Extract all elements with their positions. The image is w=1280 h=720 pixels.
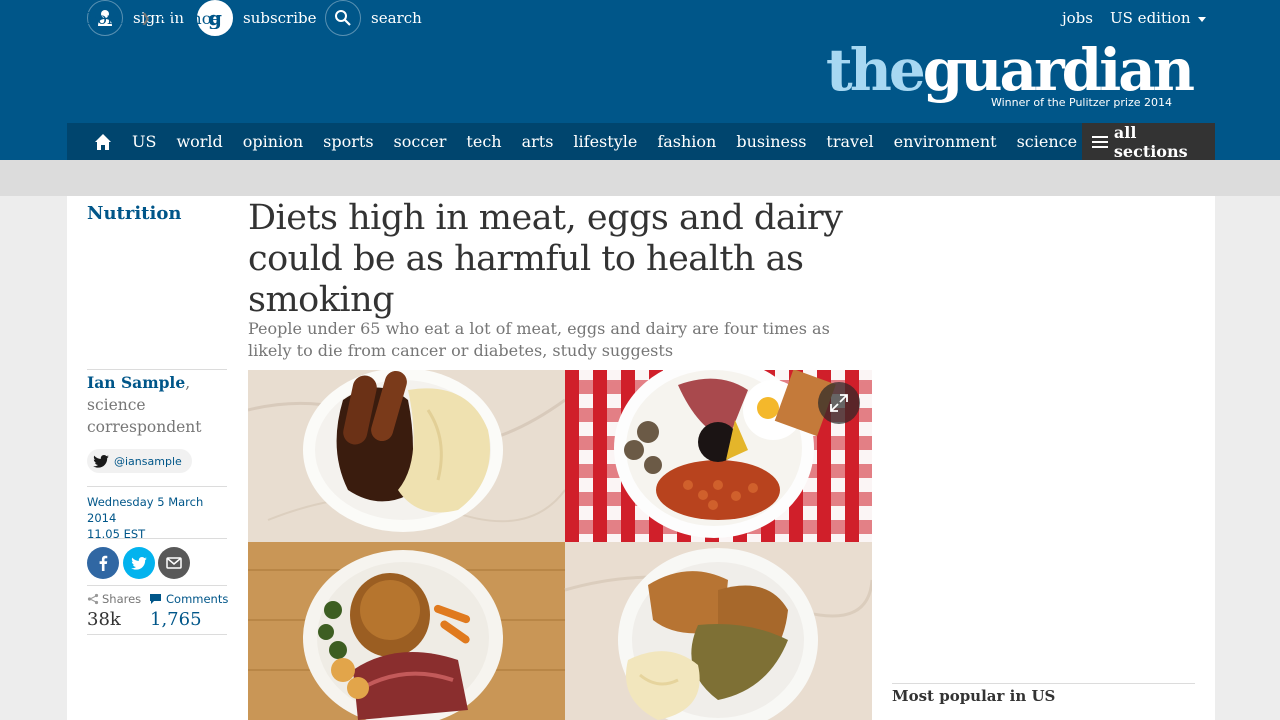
nav-item-us[interactable]: US bbox=[132, 132, 156, 151]
breadcrumb-home[interactable]: home bbox=[87, 9, 132, 28]
breadcrumb-science[interactable]: science bbox=[160, 9, 221, 28]
logo-guardian: guardian bbox=[922, 36, 1195, 104]
email-share-button[interactable] bbox=[158, 547, 190, 579]
edition-label: US edition bbox=[1110, 9, 1191, 27]
nav-item-environment[interactable]: environment bbox=[894, 132, 997, 151]
main-nav: US world opinion sports soccer tech arts… bbox=[67, 122, 1215, 161]
shares-count: 38k bbox=[87, 609, 121, 630]
nav-item-travel[interactable]: travel bbox=[826, 132, 873, 151]
article-main-image[interactable] bbox=[248, 370, 872, 720]
shares-label-text: Shares bbox=[102, 592, 142, 606]
search-icon bbox=[325, 0, 361, 36]
share-icon bbox=[87, 593, 99, 605]
most-popular-heading: Most popular in US bbox=[892, 687, 1056, 705]
shares-label: Shares bbox=[87, 592, 141, 606]
date-text: Wednesday 5 March 2014 bbox=[87, 495, 204, 525]
comments-label-text: Comments bbox=[166, 592, 229, 606]
section-kicker[interactable]: Nutrition bbox=[87, 203, 181, 224]
nav-item-opinion[interactable]: opinion bbox=[243, 132, 303, 151]
divider bbox=[87, 538, 227, 539]
twitter-follow-button[interactable]: @iansample bbox=[87, 449, 192, 473]
twitter-handle: @iansample bbox=[114, 454, 182, 468]
expand-image-button[interactable] bbox=[818, 382, 860, 424]
all-sections-label: all sections bbox=[1113, 122, 1188, 161]
comment-icon bbox=[150, 594, 161, 604]
divider bbox=[87, 634, 227, 635]
comments-count[interactable]: 1,765 bbox=[150, 609, 202, 630]
article-standfirst: People under 65 who eat a lot of meat, e… bbox=[248, 319, 830, 360]
chevron-right-icon: ❯ bbox=[140, 11, 151, 25]
jobs-link[interactable]: jobs bbox=[1062, 0, 1093, 36]
nav-item-lifestyle[interactable]: lifestyle bbox=[573, 132, 637, 151]
nav-item-sports[interactable]: sports bbox=[323, 132, 373, 151]
comments-link[interactable]: Comments bbox=[149, 592, 228, 606]
logo-the: the bbox=[825, 36, 926, 104]
facebook-share-button[interactable] bbox=[87, 547, 119, 579]
twitter-icon bbox=[131, 556, 147, 570]
byline: Ian Sample, science correspondent bbox=[87, 373, 202, 436]
nav-item-business[interactable]: business bbox=[736, 132, 806, 151]
article-headline: Diets high in meat, eggs and dairy could… bbox=[248, 198, 843, 320]
nav-item-arts[interactable]: arts bbox=[522, 132, 554, 151]
expand-icon bbox=[830, 394, 848, 412]
breadcrumb: home ❯ science bbox=[87, 0, 220, 36]
chevron-down-icon bbox=[1198, 16, 1207, 22]
all-sections-button[interactable]: all sections bbox=[1082, 122, 1215, 161]
author-role: science correspondent bbox=[87, 396, 202, 436]
search-link[interactable]: search bbox=[325, 0, 422, 36]
nav-item-tech[interactable]: tech bbox=[466, 132, 501, 151]
menu-icon bbox=[1092, 133, 1108, 151]
logo-tagline: Winner of the Pulitzer prize 2014 bbox=[990, 96, 1172, 109]
publish-date: Wednesday 5 March 2014 11.05 EST bbox=[87, 494, 232, 542]
email-icon bbox=[166, 557, 182, 569]
nav-item-science[interactable]: science bbox=[1017, 132, 1078, 151]
facebook-icon bbox=[99, 555, 108, 571]
divider bbox=[87, 585, 227, 586]
author-name[interactable]: Ian Sample bbox=[87, 373, 185, 392]
divider bbox=[892, 683, 1195, 684]
nav-item-soccer[interactable]: soccer bbox=[394, 132, 447, 151]
search-label: search bbox=[371, 9, 422, 27]
divider bbox=[87, 369, 227, 370]
edition-selector[interactable]: US edition bbox=[1110, 0, 1207, 36]
nav-item-world[interactable]: world bbox=[176, 132, 222, 151]
breadcrumb-bar bbox=[0, 160, 1280, 196]
guardian-logo[interactable]: theguardian Winner of the Pulitzer prize… bbox=[826, 40, 1195, 109]
nav-item-fashion[interactable]: fashion bbox=[657, 132, 716, 151]
time-text: 11.05 EST bbox=[87, 527, 146, 541]
subscribe-label: subscribe bbox=[243, 9, 317, 27]
twitter-bird-icon bbox=[93, 454, 109, 468]
home-icon[interactable] bbox=[87, 123, 119, 160]
twitter-share-button[interactable] bbox=[123, 547, 155, 579]
divider bbox=[87, 486, 227, 487]
